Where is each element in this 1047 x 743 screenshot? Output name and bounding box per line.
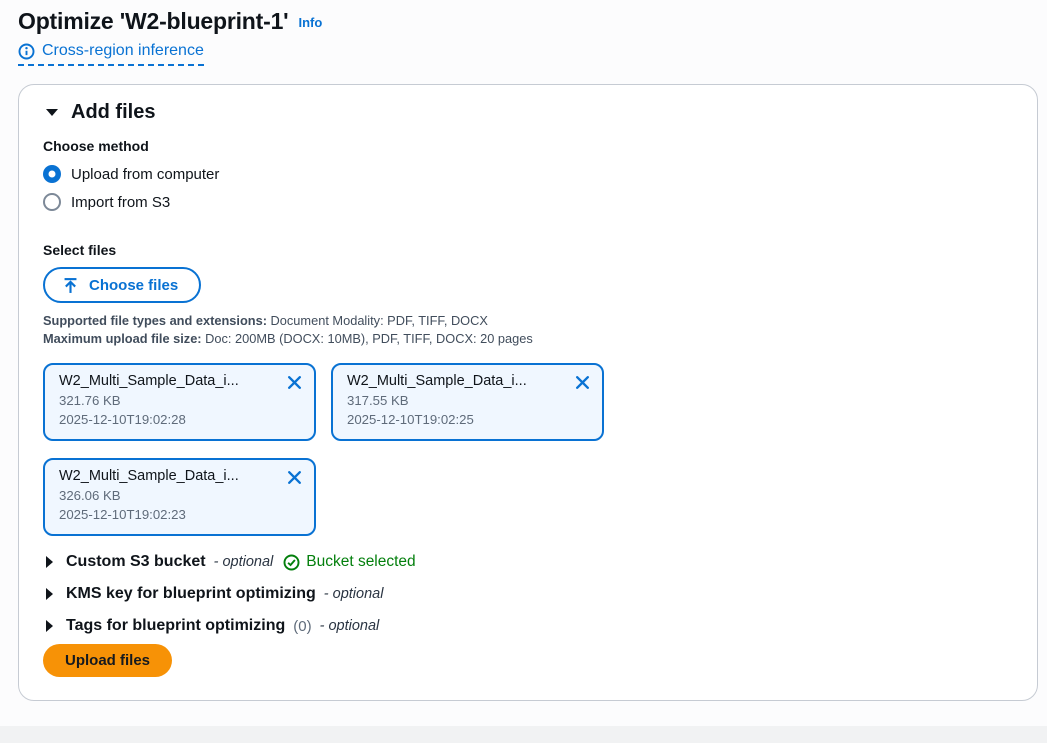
file-name: W2_Multi_Sample_Data_i...: [59, 468, 281, 484]
file-name: W2_Multi_Sample_Data_i...: [347, 373, 569, 389]
remove-file-icon[interactable]: [284, 467, 305, 488]
file-token: W2_Multi_Sample_Data_i... 317.55 KB 2025…: [331, 363, 604, 441]
file-name: W2_Multi_Sample_Data_i...: [59, 373, 281, 389]
file-timestamp: 2025-12-10T19:02:23: [59, 507, 304, 522]
expandable-kms-key[interactable]: KMS key for blueprint optimizing - optio…: [43, 585, 1013, 603]
radio-option-label: Import from S3: [71, 194, 170, 211]
caret-right-icon: [45, 619, 54, 633]
select-files-label: Select files: [43, 242, 1013, 258]
caret-down-icon: [45, 108, 59, 117]
add-files-section-header[interactable]: Add files: [43, 99, 1013, 124]
page-header: Optimize 'W2-blueprint-1' Info: [18, 8, 1029, 35]
radio-selected-icon[interactable]: [43, 165, 61, 183]
expandable-title: Tags for blueprint optimizing: [66, 617, 285, 635]
optional-label: - optional: [324, 586, 384, 602]
radio-option-import-from-s3[interactable]: Import from S3: [43, 188, 1013, 216]
cross-region-inference-label: Cross-region inference: [42, 42, 204, 60]
expandable-sections: Custom S3 bucket - optional Bucket selec…: [43, 553, 1013, 635]
info-link[interactable]: Info: [298, 15, 322, 30]
upload-files-button[interactable]: Upload files: [43, 644, 172, 677]
caret-right-icon: [45, 587, 54, 601]
max-upload-size-line: Maximum upload file size: Doc: 200MB (DO…: [43, 330, 1013, 348]
supported-file-types-label: Supported file types and extensions:: [43, 313, 267, 328]
file-size: 326.06 KB: [59, 488, 304, 503]
cross-region-inference-link[interactable]: Cross-region inference: [18, 42, 204, 66]
add-files-panel: Add files Choose method Upload from comp…: [18, 84, 1038, 701]
bucket-selected-status: Bucket selected: [283, 553, 415, 571]
radio-option-upload-from-computer[interactable]: Upload from computer: [43, 160, 1013, 188]
remove-file-icon[interactable]: [284, 372, 305, 393]
max-upload-size-value: Doc: 200MB (DOCX: 10MB), PDF, TIFF, DOCX…: [205, 331, 533, 346]
optional-label: - optional: [320, 618, 380, 634]
file-size: 321.76 KB: [59, 393, 304, 408]
file-token: W2_Multi_Sample_Data_i... 321.76 KB 2025…: [43, 363, 316, 441]
tags-count: (0): [293, 618, 311, 635]
expandable-title: Custom S3 bucket: [66, 553, 206, 571]
choose-files-button-label: Choose files: [89, 277, 178, 294]
selected-files-list: W2_Multi_Sample_Data_i... 321.76 KB 2025…: [43, 363, 683, 536]
page-bottom-strip: [0, 726, 1047, 743]
supported-file-types-line: Supported file types and extensions: Doc…: [43, 312, 1013, 330]
radio-option-label: Upload from computer: [71, 166, 219, 183]
file-size: 317.55 KB: [347, 393, 592, 408]
caret-right-icon: [45, 555, 54, 569]
choose-method-label: Choose method: [43, 138, 1013, 154]
file-timestamp: 2025-12-10T19:02:28: [59, 412, 304, 427]
add-files-title: Add files: [71, 101, 155, 124]
radio-unselected-icon[interactable]: [43, 193, 61, 211]
expandable-tags[interactable]: Tags for blueprint optimizing (0) - opti…: [43, 617, 1013, 635]
check-circle-icon: [283, 554, 300, 571]
choose-files-button[interactable]: Choose files: [43, 267, 201, 303]
expandable-title: KMS key for blueprint optimizing: [66, 585, 316, 603]
choose-method-radio-group: Upload from computer Import from S3: [43, 160, 1013, 216]
bucket-selected-label: Bucket selected: [306, 553, 415, 571]
optimize-blueprint-page: Optimize 'W2-blueprint-1' Info Cross-reg…: [0, 0, 1047, 701]
file-token: W2_Multi_Sample_Data_i... 326.06 KB 2025…: [43, 458, 316, 536]
remove-file-icon[interactable]: [572, 372, 593, 393]
info-circle-icon: [18, 43, 35, 60]
upload-icon: [62, 277, 79, 294]
file-timestamp: 2025-12-10T19:02:25: [347, 412, 592, 427]
page-title: Optimize 'W2-blueprint-1': [18, 8, 288, 35]
supported-file-types-value: Document Modality: PDF, TIFF, DOCX: [271, 313, 488, 328]
file-constraints-text: Supported file types and extensions: Doc…: [43, 312, 1013, 347]
optional-label: - optional: [214, 554, 274, 570]
max-upload-size-label: Maximum upload file size:: [43, 331, 202, 346]
expandable-custom-s3-bucket[interactable]: Custom S3 bucket - optional Bucket selec…: [43, 553, 1013, 571]
